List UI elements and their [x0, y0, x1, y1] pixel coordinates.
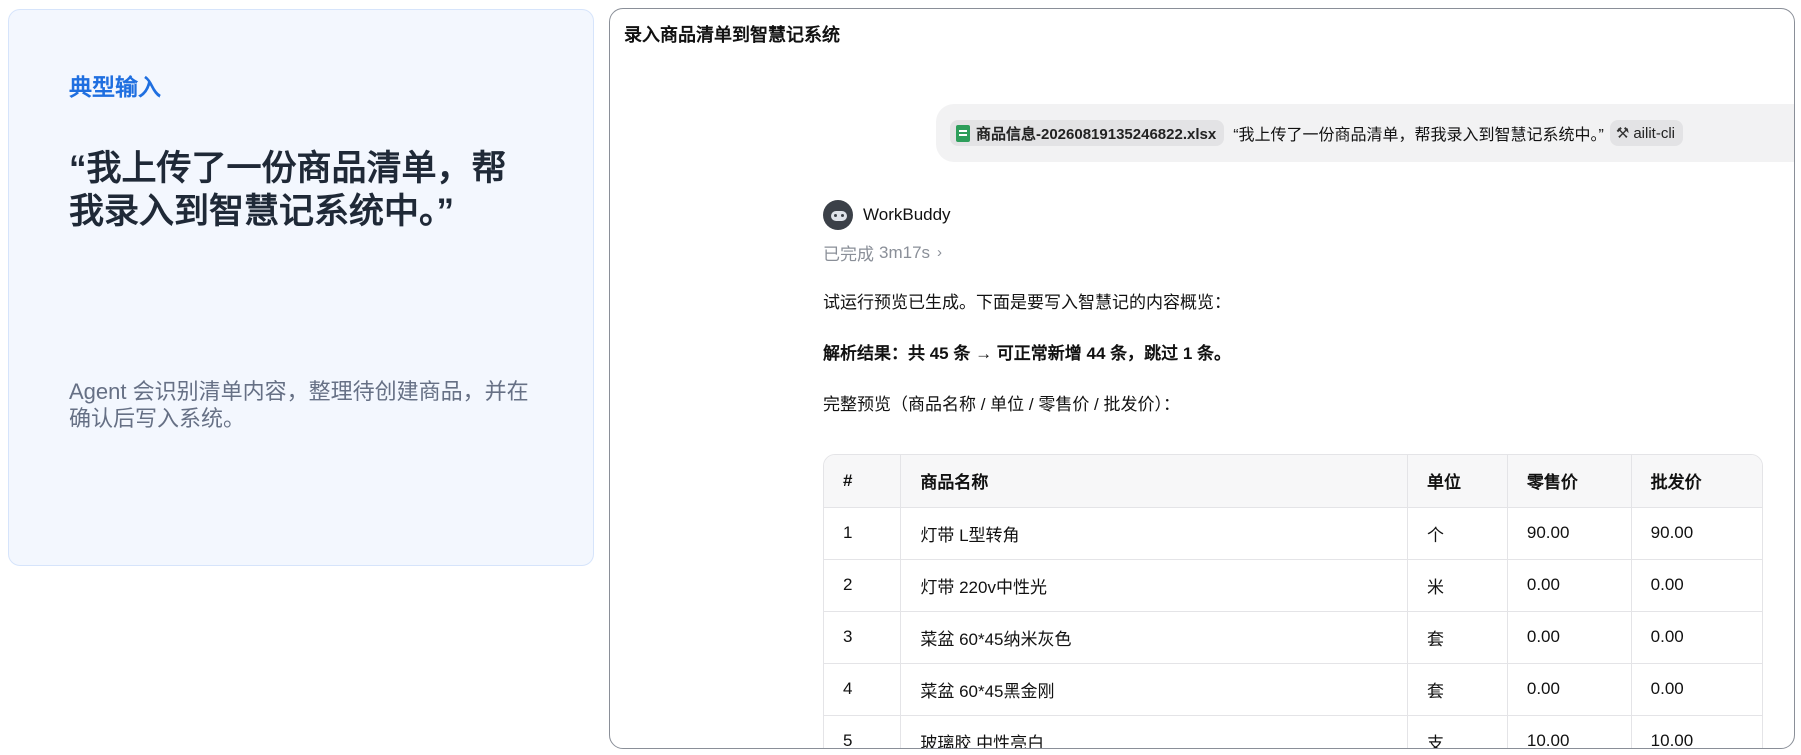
assistant-message: WorkBuddy 已完成 3m17s › 试运行预览已生成。下面是要写入智慧记… [823, 199, 1763, 748]
status-toggle[interactable]: 已完成 3m17s › [823, 240, 1763, 265]
cell-index: 2 [824, 558, 901, 611]
col-header-name: 商品名称 [900, 455, 1408, 507]
info-tag: 典型输入 [69, 74, 161, 100]
col-header-index: # [824, 455, 901, 507]
preview-table: # 商品名称 单位 零售价 批发价 1 灯带 L型转角 个 90.00 90.0… [823, 454, 1763, 748]
cell-name: 菜盆 60*45黑金刚 [900, 662, 1408, 715]
cell-index: 5 [824, 714, 901, 748]
cell-index: 1 [824, 506, 901, 559]
table-header-row: # 商品名称 单位 零售价 批发价 [824, 455, 1762, 507]
cell-wholesale-price: 0.00 [1630, 558, 1762, 611]
cell-name: 灯带 220v中性光 [900, 558, 1408, 611]
table-row: 5 玻璃胶 中性亮白 支 10.00 10.00 [824, 714, 1762, 748]
cell-unit: 套 [1407, 662, 1508, 715]
cell-wholesale-price: 0.00 [1630, 610, 1762, 663]
info-card: 典型输入 “我上传了一份商品清单，帮我录入到智慧记系统中。” Agent 会识别… [8, 9, 594, 566]
chevron-right-icon: › [937, 244, 943, 261]
info-quote: “我上传了一份商品清单，帮我录入到智慧记系统中。” [69, 149, 507, 231]
info-description: Agent 会识别清单内容，整理待创建商品，并在确认后写入系统。 [69, 379, 529, 431]
cell-unit: 支 [1407, 714, 1508, 748]
table-row: 3 菜盆 60*45纳米灰色 套 0.00 0.00 [824, 610, 1762, 663]
col-header-wholesale-price: 批发价 [1630, 455, 1762, 507]
assistant-name: WorkBuddy [863, 205, 951, 224]
spreadsheet-icon [956, 124, 970, 142]
skill-icon: ⚒ [1615, 125, 1630, 142]
skill-chip[interactable]: ⚒ ailit-cli [1609, 120, 1683, 146]
cell-wholesale-price: 10.00 [1630, 714, 1762, 748]
cell-unit: 套 [1407, 610, 1508, 663]
table-row: 2 灯带 220v中性光 米 0.00 0.00 [824, 558, 1762, 611]
status-label: 已完成 [823, 245, 874, 264]
cell-unit: 米 [1407, 558, 1508, 611]
cell-index: 3 [824, 610, 901, 663]
table-row: 1 灯带 L型转角 个 90.00 90.00 [824, 506, 1762, 559]
skill-label: ailit-cli [1633, 124, 1675, 142]
cell-index: 4 [824, 662, 901, 715]
col-header-unit: 单位 [1407, 455, 1508, 507]
chat-title: 录入商品清单到智慧记系统 [624, 25, 840, 45]
attachment-filename: 商品信息-20260819135246822.xlsx [976, 125, 1217, 143]
status-duration: 3m17s [879, 242, 931, 262]
cell-retail-price: 10.00 [1506, 714, 1632, 748]
cell-retail-price: 0.00 [1506, 662, 1632, 715]
col-header-retail-price: 零售价 [1506, 455, 1632, 507]
attachment-chip[interactable]: 商品信息-20260819135246822.xlsx [950, 120, 1225, 146]
cell-retail-price: 0.00 [1506, 610, 1632, 663]
cell-wholesale-price: 90.00 [1630, 506, 1762, 559]
assistant-header: WorkBuddy [823, 199, 1763, 231]
cell-retail-price: 90.00 [1506, 506, 1632, 559]
parse-result: 解析结果：共 45 条 → 可正常新增 44 条，跳过 1 条。 [823, 344, 1232, 363]
user-message-text: “我上传了一份商品清单，帮我录入到智慧记系统中。” [1233, 127, 1604, 144]
message-line: 试运行预览已生成。下面是要写入智慧记的内容概览： [823, 293, 1231, 312]
table-row: 4 菜盆 60*45黑金刚 套 0.00 0.00 [824, 662, 1762, 715]
cell-wholesale-price: 0.00 [1630, 662, 1762, 715]
cell-name: 菜盆 60*45纳米灰色 [900, 610, 1408, 663]
cell-name: 玻璃胶 中性亮白 [900, 714, 1408, 748]
cell-retail-price: 0.00 [1506, 558, 1632, 611]
cell-unit: 个 [1407, 506, 1508, 559]
chat-panel: 录入商品清单到智慧记系统 商品信息-20260819135246822.xlsx… [609, 8, 1795, 749]
preview-heading: 完整预览（商品名称 / 单位 / 零售价 / 批发价）： [823, 395, 1181, 414]
avatar [823, 200, 853, 230]
cell-name: 灯带 L型转角 [900, 506, 1408, 559]
user-message: 商品信息-20260819135246822.xlsx “我上传了一份商品清单，… [936, 104, 1794, 162]
